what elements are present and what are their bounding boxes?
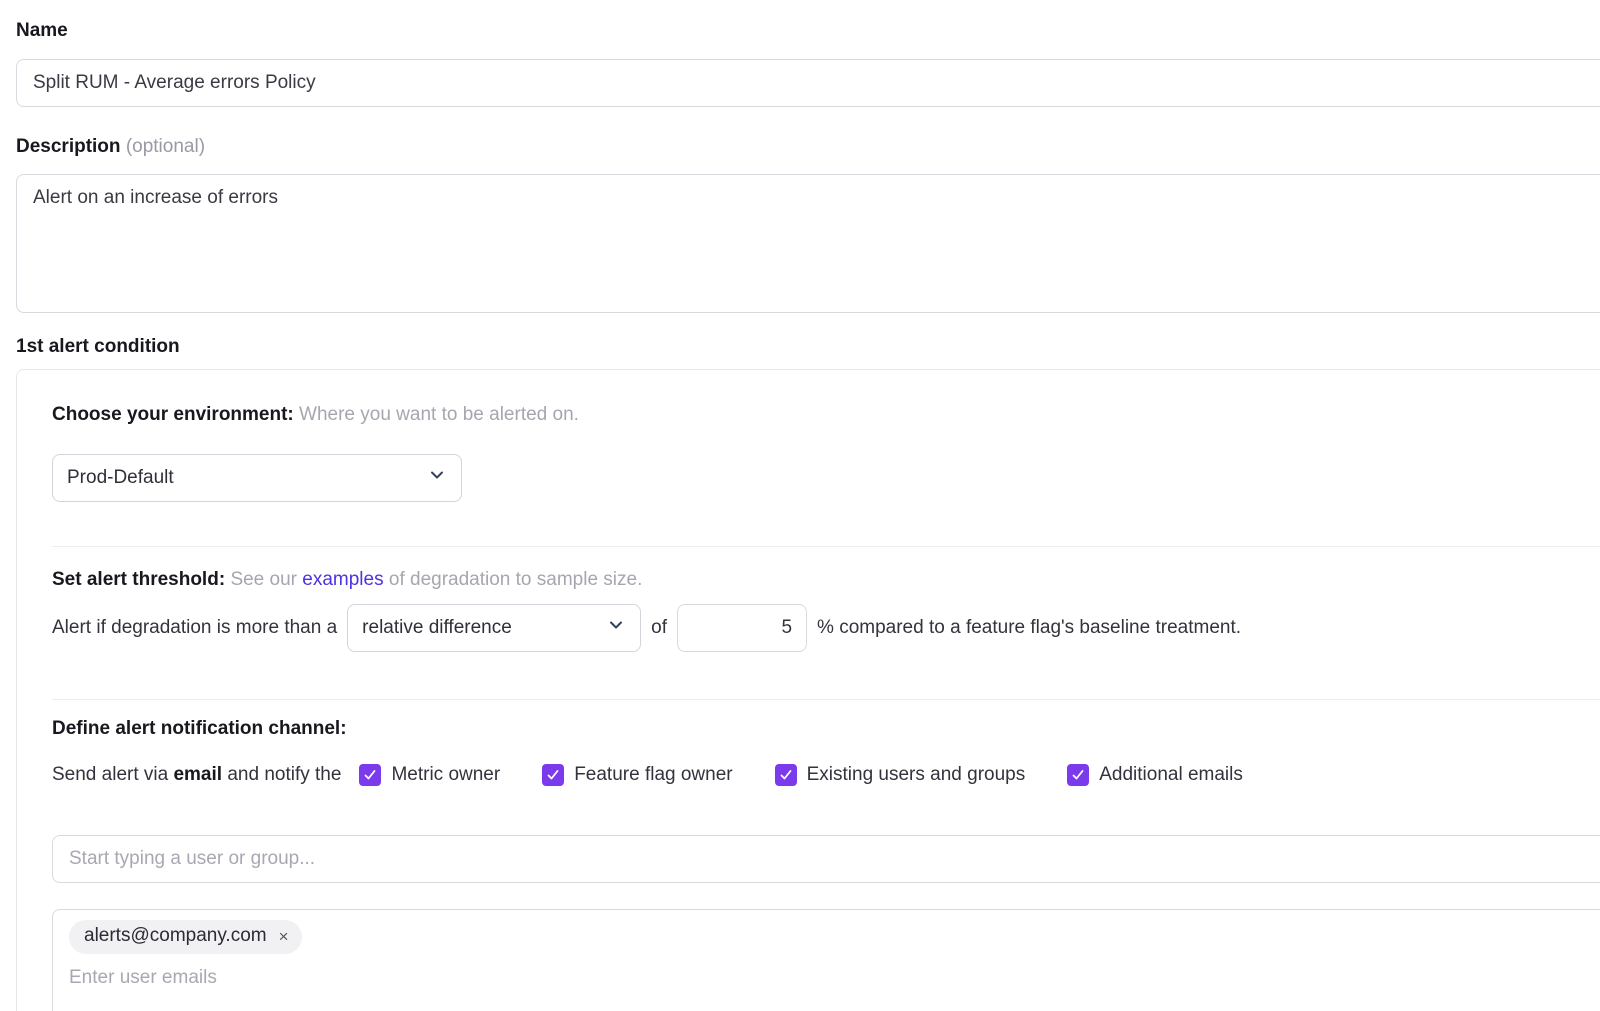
threshold-hint-prefix: See our xyxy=(230,569,297,590)
threshold-section-label: Set alert threshold: See our examples of… xyxy=(52,569,1600,591)
checkbox-additional-emails[interactable]: Additional emails xyxy=(1067,764,1243,786)
environment-hint-text: Where you want to be alerted on. xyxy=(299,404,579,425)
notify-checkbox-groups: Metric owner Feature flag owner xyxy=(359,764,1242,786)
send-suffix: and notify the xyxy=(227,764,341,785)
environment-select[interactable]: Prod-Default xyxy=(52,454,462,502)
environment-section-label: Choose your environment: Where you want … xyxy=(52,404,1600,426)
chip-remove-icon[interactable]: × xyxy=(279,928,289,945)
threshold-sentence-suffix: % compared to a feature flag's baseline … xyxy=(817,617,1241,639)
comparison-type-select[interactable]: relative difference xyxy=(347,604,641,652)
comparison-selected-value: relative difference xyxy=(362,617,512,639)
alert-condition-panel: Choose your environment: Where you want … xyxy=(16,369,1600,1011)
checkbox-existing-users-groups[interactable]: Existing users and groups xyxy=(775,764,1026,786)
send-channel: email xyxy=(173,764,222,785)
checkbox-checked-icon[interactable] xyxy=(359,764,381,786)
additional-emails-input[interactable]: alerts@company.com × Enter user emails xyxy=(52,909,1600,1011)
threshold-value-input[interactable] xyxy=(677,604,807,652)
description-optional-text: (optional) xyxy=(126,136,205,157)
threshold-sentence-prefix: Alert if degradation is more than a xyxy=(52,617,337,639)
section-divider xyxy=(52,699,1600,700)
notification-section-label: Define alert notification channel: xyxy=(52,718,1600,740)
send-sentence: Send alert via email and notify the xyxy=(52,764,341,786)
notification-send-row: Send alert via email and notify the Metr… xyxy=(52,764,1600,786)
emails-placeholder-text: Enter user emails xyxy=(69,967,1595,989)
of-label: of xyxy=(651,617,667,639)
environment-selected-value: Prod-Default xyxy=(67,467,174,489)
email-chip-text: alerts@company.com xyxy=(84,925,267,947)
environment-label-text: Choose your environment: xyxy=(52,404,294,425)
checkbox-feature-flag-owner[interactable]: Feature flag owner xyxy=(542,764,732,786)
checkbox-label: Feature flag owner xyxy=(574,764,732,786)
checkbox-label: Additional emails xyxy=(1099,764,1243,786)
alert-policy-form: Name Description (optional) Alert on an … xyxy=(0,0,1600,1011)
checkbox-label: Existing users and groups xyxy=(807,764,1026,786)
chevron-down-icon xyxy=(606,615,626,641)
threshold-hint-suffix: of degradation to sample size. xyxy=(389,569,643,590)
policy-description-textarea[interactable]: Alert on an increase of errors xyxy=(16,174,1600,313)
checkbox-label: Metric owner xyxy=(391,764,500,786)
threshold-label-text: Set alert threshold: xyxy=(52,569,225,590)
checkbox-metric-owner[interactable]: Metric owner xyxy=(359,764,500,786)
threshold-sentence-row: Alert if degradation is more than a rela… xyxy=(52,604,1600,652)
examples-link[interactable]: examples xyxy=(302,569,383,590)
email-chip: alerts@company.com × xyxy=(69,920,302,954)
description-label: Description (optional) xyxy=(16,136,1600,158)
checkbox-checked-icon[interactable] xyxy=(542,764,564,786)
name-label: Name xyxy=(16,20,1600,42)
description-label-text: Description xyxy=(16,136,121,157)
policy-name-input[interactable] xyxy=(16,59,1600,107)
checkbox-checked-icon[interactable] xyxy=(775,764,797,786)
user-group-search-input[interactable] xyxy=(52,835,1600,883)
checkbox-checked-icon[interactable] xyxy=(1067,764,1089,786)
section-divider xyxy=(52,546,1600,547)
chevron-down-icon xyxy=(427,465,447,491)
alert-condition-heading: 1st alert condition xyxy=(16,336,1600,358)
send-prefix: Send alert via xyxy=(52,764,168,785)
